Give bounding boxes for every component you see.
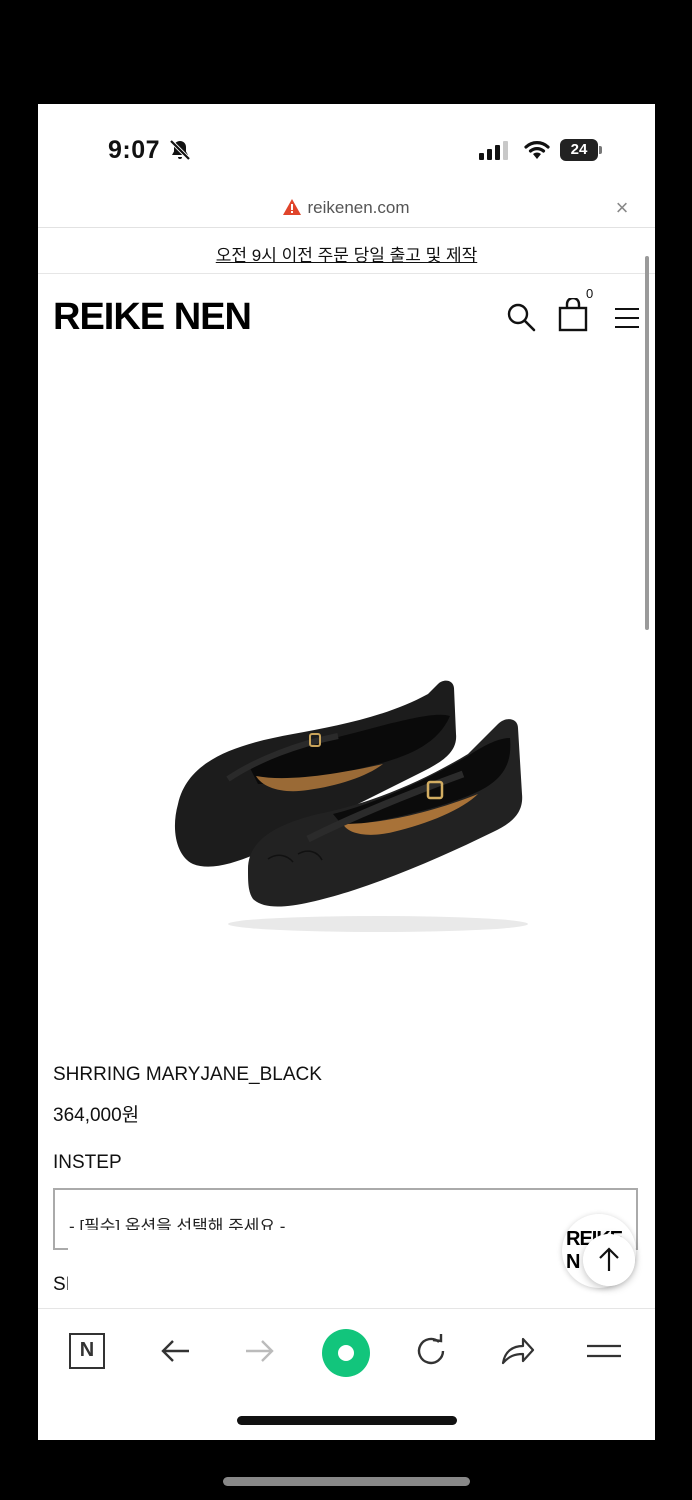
brand-logo[interactable]: REIKE NEN bbox=[53, 296, 252, 339]
naver-n-icon[interactable]: N bbox=[69, 1333, 105, 1369]
hamburger-menu-icon[interactable] bbox=[614, 306, 640, 330]
browser-toolbar: N bbox=[38, 1308, 655, 1398]
shopping-bag-icon[interactable] bbox=[558, 298, 588, 332]
wifi-icon bbox=[524, 141, 550, 159]
home-indicator[interactable] bbox=[237, 1416, 457, 1425]
url-bar[interactable]: reikenen.com × bbox=[38, 192, 655, 228]
back-arrow-icon[interactable] bbox=[155, 1331, 195, 1371]
battery-icon: 24 bbox=[560, 139, 602, 161]
product-price: 364,000원 bbox=[53, 1105, 140, 1126]
battery-level: 24 bbox=[560, 139, 598, 161]
product-image[interactable] bbox=[138, 664, 558, 944]
green-dot-button[interactable] bbox=[322, 1329, 370, 1377]
signal-icon bbox=[479, 141, 508, 160]
scrollbar[interactable] bbox=[645, 256, 649, 630]
bell-muted-icon bbox=[169, 139, 191, 161]
warning-icon bbox=[283, 199, 302, 215]
outer-home-indicator bbox=[223, 1477, 470, 1486]
overlay-panel bbox=[68, 1230, 588, 1310]
announcement-text[interactable]: 오전 9시 이전 주문 당일 출고 및 제작 bbox=[216, 241, 477, 266]
cart-count-badge: 0 bbox=[586, 286, 594, 301]
url-text: reikenen.com bbox=[307, 198, 410, 217]
status-time: 9:07 bbox=[108, 136, 161, 164]
status-bar: 9:07 24 bbox=[38, 104, 655, 192]
product-name: SHRRING MARYJANE_BLACK bbox=[53, 1064, 322, 1085]
option-label: INSTEP bbox=[53, 1152, 122, 1173]
refresh-icon[interactable] bbox=[411, 1331, 451, 1371]
share-icon[interactable] bbox=[497, 1331, 537, 1371]
phone-screen: 9:07 24 reikenen.com × 오전 9시 이전 주문 당일 출고… bbox=[38, 104, 655, 1440]
site-header: REIKE NEN 0 bbox=[38, 274, 655, 364]
scroll-to-top-button[interactable] bbox=[583, 1234, 635, 1286]
menu-lines-icon[interactable] bbox=[584, 1331, 624, 1371]
close-icon[interactable]: × bbox=[612, 197, 632, 219]
announcement-banner[interactable]: 오전 9시 이전 주문 당일 출고 및 제작 bbox=[38, 228, 655, 274]
search-icon[interactable] bbox=[506, 302, 536, 332]
forward-arrow-icon[interactable] bbox=[240, 1331, 280, 1371]
